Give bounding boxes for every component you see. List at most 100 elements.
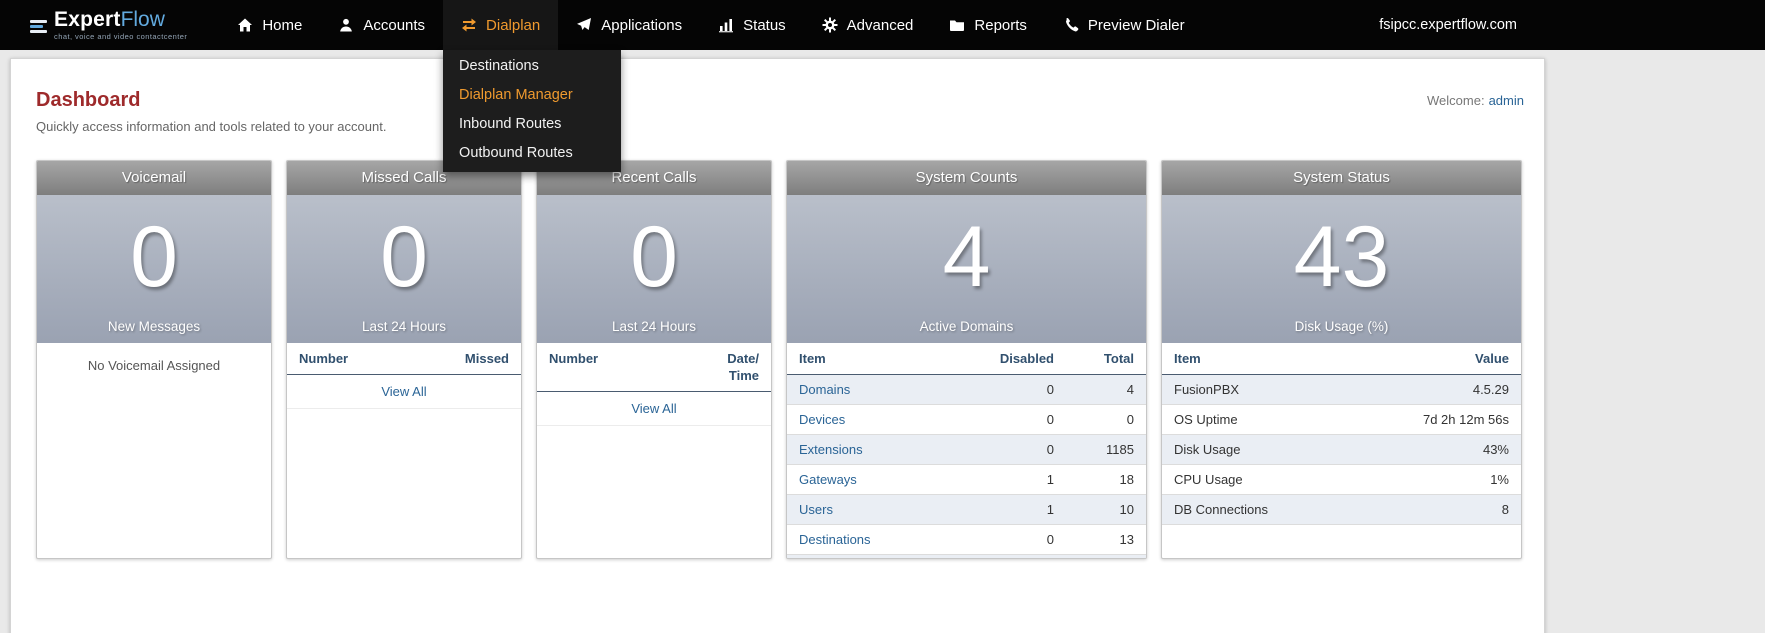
status-item-label: CPU Usage	[1174, 472, 1243, 487]
brand-text: ExpertFlow chat, voice and video contact…	[54, 9, 187, 41]
page-subtitle: Quickly access information and tools rel…	[36, 119, 387, 134]
system-status-table-header: Item Value	[1162, 343, 1521, 375]
count-disabled-value: 0	[1046, 412, 1054, 427]
column-header-datetime-line2: Time	[728, 367, 759, 383]
welcome-user-link[interactable]: admin	[1489, 93, 1524, 108]
table-row: Disk Usage 43%	[1162, 435, 1521, 465]
nav-item-preview-dialer[interactable]: Preview Dialer	[1045, 0, 1203, 50]
nav-item-dialplan[interactable]: Dialplan Destinations Dialplan Manager I…	[443, 0, 622, 172]
count-disabled-value: 0	[1046, 382, 1054, 397]
count-item-link[interactable]: Domains	[799, 382, 944, 397]
phone-icon	[1065, 17, 1079, 32]
count-total-value: 1185	[1106, 442, 1134, 457]
system-counts-card: System Counts 4 Active Domains Item Disa…	[786, 160, 1147, 559]
nav-item-home[interactable]: Home	[219, 0, 320, 50]
count-item-link[interactable]: Devices	[799, 412, 944, 427]
table-row: Destinations 0 13	[787, 525, 1146, 555]
page-title: Dashboard	[36, 89, 141, 111]
table-row: Domains 0 4	[787, 375, 1146, 405]
missed-calls-stat-label: Last 24 Hours	[361, 319, 447, 334]
nav-item-label: Reports	[974, 16, 1027, 34]
column-header-datetime: Date/ Time	[727, 351, 759, 385]
expertflow-logo[interactable]: ExpertFlow chat, voice and video contact…	[30, 9, 187, 41]
count-item-link[interactable]: Destinations	[799, 532, 944, 547]
page-header: Dashboard Quickly access information and…	[11, 59, 1544, 134]
missed-calls-card: Missed Calls 0 Last 24 Hours Number Miss…	[286, 160, 522, 559]
welcome-bar: Welcome: admin	[1427, 93, 1524, 108]
system-status-stat-label: Disk Usage (%)	[1294, 319, 1389, 334]
dashboard-cards: Voicemail 0 New Messages No Voicemail As…	[36, 160, 1544, 559]
table-row: Extensions 0 1185	[787, 435, 1146, 465]
count-total-value: 18	[1119, 472, 1134, 487]
paper-plane-icon	[577, 18, 592, 30]
status-item-value: 8	[1501, 502, 1509, 517]
brand-tagline: chat, voice and video contactcenter	[54, 32, 188, 42]
dropdown-item-outbound-routes[interactable]: Outbound Routes	[443, 139, 621, 168]
count-item-link[interactable]: Extensions	[799, 442, 944, 457]
view-all-link[interactable]: View All	[631, 401, 676, 416]
nav-item-label: Accounts	[363, 16, 426, 34]
count-item-link[interactable]: Users	[799, 502, 944, 517]
column-header-item: Item	[1174, 351, 1201, 366]
view-all-link[interactable]: View All	[381, 384, 426, 399]
recent-calls-stat-number: 0	[630, 209, 678, 305]
system-counts-stat-label: Active Domains	[919, 319, 1014, 334]
nav-item-label: Status	[743, 16, 786, 34]
system-counts-card-title: System Counts	[787, 161, 1146, 195]
system-status-card: System Status 43 Disk Usage (%) Item Val…	[1161, 160, 1522, 559]
count-total-value: 13	[1119, 532, 1134, 547]
main-content-panel: Dashboard Quickly access information and…	[10, 58, 1545, 633]
voicemail-card: Voicemail 0 New Messages No Voicemail As…	[36, 160, 272, 559]
status-item-label: Disk Usage	[1174, 442, 1241, 457]
system-counts-table-header: Item Disabled Total	[787, 343, 1146, 375]
nav-item-label: Applications	[601, 16, 683, 34]
nav-item-label: Home	[262, 16, 303, 34]
column-header-disabled: Disabled	[999, 351, 1054, 366]
table-row: Gateways 1 18	[787, 465, 1146, 495]
table-row: OS Uptime 7d 2h 12m 56s	[1162, 405, 1521, 435]
count-total-value: 0	[1126, 412, 1134, 427]
missed-calls-stat-area: 0 Last 24 Hours	[287, 195, 521, 343]
dropdown-item-destinations[interactable]: Destinations	[443, 52, 621, 81]
status-item-label: FusionPBX	[1174, 382, 1240, 397]
nav-item-label: Dialplan	[486, 16, 541, 34]
system-status-stat-area: 43 Disk Usage (%)	[1162, 195, 1521, 343]
dialplan-dropdown-menu: Destinations Dialplan Manager Inbound Ro…	[443, 50, 622, 172]
column-header-total: Total	[1103, 351, 1134, 366]
bar-chart-icon	[719, 19, 734, 33]
nav-item-advanced[interactable]: Advanced	[804, 0, 932, 50]
nav-item-label: Advanced	[846, 16, 914, 34]
expertflow-logo-icon	[30, 19, 47, 33]
status-item-label: DB Connections	[1174, 502, 1268, 517]
status-item-label: OS Uptime	[1174, 412, 1238, 427]
home-icon	[238, 18, 253, 32]
nav-item-label: Preview Dialer	[1087, 16, 1185, 34]
system-status-card-title: System Status	[1162, 161, 1521, 195]
recent-calls-stat-label: Last 24 Hours	[611, 319, 697, 334]
recent-calls-table-header: Number Date/ Time	[537, 343, 771, 392]
nav-item-reports[interactable]: Reports	[931, 0, 1045, 50]
missed-calls-stat-number: 0	[380, 209, 428, 305]
brand-name-bold: Expert	[54, 8, 121, 32]
dropdown-item-inbound-routes[interactable]: Inbound Routes	[443, 110, 621, 139]
column-header-item: Item	[799, 351, 826, 366]
table-row: CC Queues 0 12	[787, 555, 1146, 558]
nav-item-applications[interactable]: Applications	[558, 0, 700, 50]
count-total-value: 4	[1126, 382, 1134, 397]
voicemail-stat-number: 0	[130, 209, 178, 305]
count-total-value: 10	[1119, 502, 1134, 517]
server-domain: fsipcc.expertflow.com	[1379, 17, 1517, 33]
recent-calls-view-all-row: View All	[537, 392, 771, 426]
no-voicemail-text: No Voicemail Assigned	[87, 358, 221, 373]
table-row: Users 1 10	[787, 495, 1146, 525]
count-item-link[interactable]: Gateways	[799, 472, 944, 487]
nav-item-accounts[interactable]: Accounts	[320, 0, 443, 50]
user-icon	[340, 18, 353, 32]
dropdown-item-dialplan-manager[interactable]: Dialplan Manager	[443, 81, 621, 110]
nav-item-status[interactable]: Status	[700, 0, 804, 50]
count-disabled-value: 1	[1046, 472, 1054, 487]
transfer-arrows-icon	[462, 18, 477, 32]
voicemail-stat-label: New Messages	[107, 319, 201, 334]
column-header-value: Value	[1475, 351, 1509, 366]
system-status-rows: FusionPBX 4.5.29 OS Uptime 7d 2h 12m 56s…	[1162, 375, 1521, 525]
